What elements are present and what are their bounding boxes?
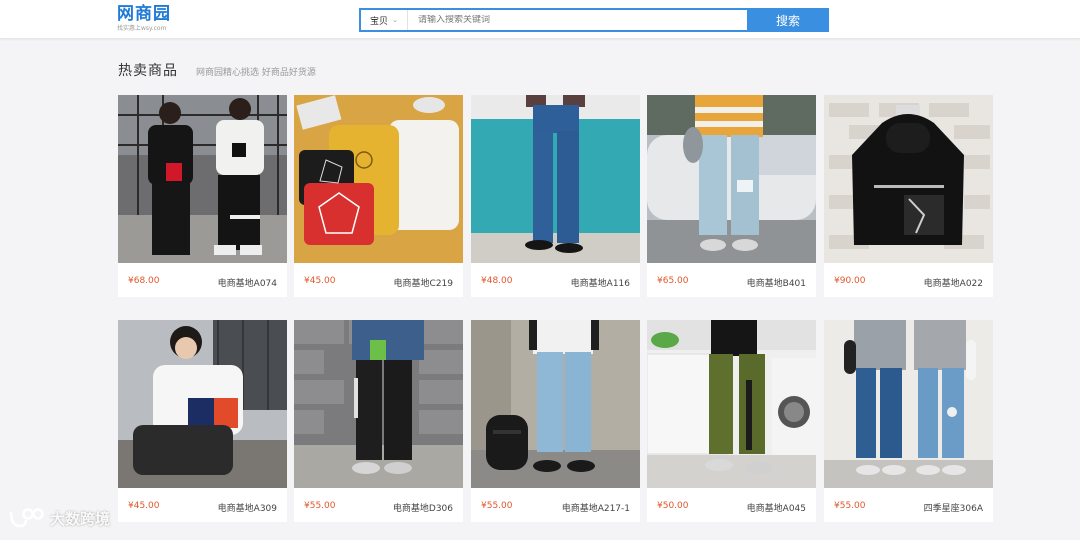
search-category-label: 宝贝 <box>370 16 389 27</box>
product-price: ¥48.00 <box>481 276 513 286</box>
product-image[interactable] <box>118 320 287 488</box>
product-image[interactable] <box>471 320 640 488</box>
product-price: ¥45.00 <box>304 276 336 286</box>
product-price: ¥45.00 <box>128 501 160 511</box>
product-card[interactable]: ¥50.00 电商基地A045 <box>647 320 816 522</box>
product-image[interactable] <box>824 320 993 488</box>
site-logo[interactable]: 网商园 找实惠上wsy.com <box>117 4 189 36</box>
logo-text: 网商园 <box>117 4 171 24</box>
top-bar: 网商园 找实惠上wsy.com 宝贝 ⌄ 搜索 <box>0 0 1080 39</box>
product-price: ¥55.00 <box>834 501 866 511</box>
product-card[interactable]: ¥45.00 电商基地A309 <box>118 320 287 522</box>
product-price: ¥90.00 <box>834 276 866 286</box>
logo-slogan: 找实惠上wsy.com <box>117 25 167 32</box>
product-code[interactable]: 电商基地A217-1 <box>562 501 630 514</box>
search-category-select[interactable]: 宝贝 ⌄ <box>361 10 408 30</box>
product-image[interactable] <box>471 95 640 263</box>
search-box: 宝贝 ⌄ <box>359 8 747 32</box>
product-price: ¥55.00 <box>481 501 513 511</box>
product-price: ¥68.00 <box>128 276 160 286</box>
product-card[interactable]: ¥55.00 电商基地D306 <box>294 320 463 522</box>
product-card[interactable]: ¥45.00 电商基地C219 <box>294 95 463 297</box>
product-card[interactable]: ¥90.00 电商基地A022 <box>824 95 993 297</box>
product-card[interactable]: ¥55.00 四季星座306A <box>824 320 993 522</box>
product-code[interactable]: 电商基地A309 <box>218 501 277 514</box>
product-card[interactable]: ¥68.00 电商基地A074 <box>118 95 287 297</box>
section-subtitle: 网商园精心挑选 好商品好货源 <box>196 68 316 78</box>
product-image[interactable] <box>647 320 816 488</box>
product-code[interactable]: 电商基地B401 <box>747 276 806 289</box>
brand-logo-icon <box>9 508 44 528</box>
search-button[interactable]: 搜索 <box>747 8 829 32</box>
product-image[interactable] <box>294 320 463 488</box>
search-bar: 宝贝 ⌄ 搜索 <box>359 8 829 32</box>
watermark-text: 大数跨境 <box>50 509 111 528</box>
search-input[interactable] <box>418 15 747 25</box>
section-header: 热卖商品 网商园精心挑选 好商品好货源 <box>118 60 316 80</box>
product-code[interactable]: 电商基地C219 <box>394 276 453 289</box>
product-image[interactable] <box>118 95 287 263</box>
product-code[interactable]: 电商基地A045 <box>747 501 806 514</box>
product-card[interactable]: ¥48.00 电商基地A116 <box>471 95 640 297</box>
watermark: 大数跨境 <box>8 506 110 530</box>
chevron-down-icon: ⌄ <box>392 16 398 24</box>
product-code[interactable]: 四季星座306A <box>924 501 983 514</box>
product-image[interactable] <box>647 95 816 263</box>
product-price: ¥55.00 <box>304 501 336 511</box>
product-card[interactable]: ¥55.00 电商基地A217-1 <box>471 320 640 522</box>
product-card[interactable]: ¥65.00 电商基地B401 <box>647 95 816 297</box>
product-image[interactable] <box>294 95 463 263</box>
section-title: 热卖商品 <box>118 63 178 79</box>
product-price: ¥65.00 <box>657 276 689 286</box>
product-code[interactable]: 电商基地D306 <box>393 501 453 514</box>
product-code[interactable]: 电商基地A022 <box>924 276 983 289</box>
product-price: ¥50.00 <box>657 501 689 511</box>
product-code[interactable]: 电商基地A116 <box>571 276 630 289</box>
product-image[interactable] <box>824 95 993 263</box>
product-code[interactable]: 电商基地A074 <box>218 276 277 289</box>
